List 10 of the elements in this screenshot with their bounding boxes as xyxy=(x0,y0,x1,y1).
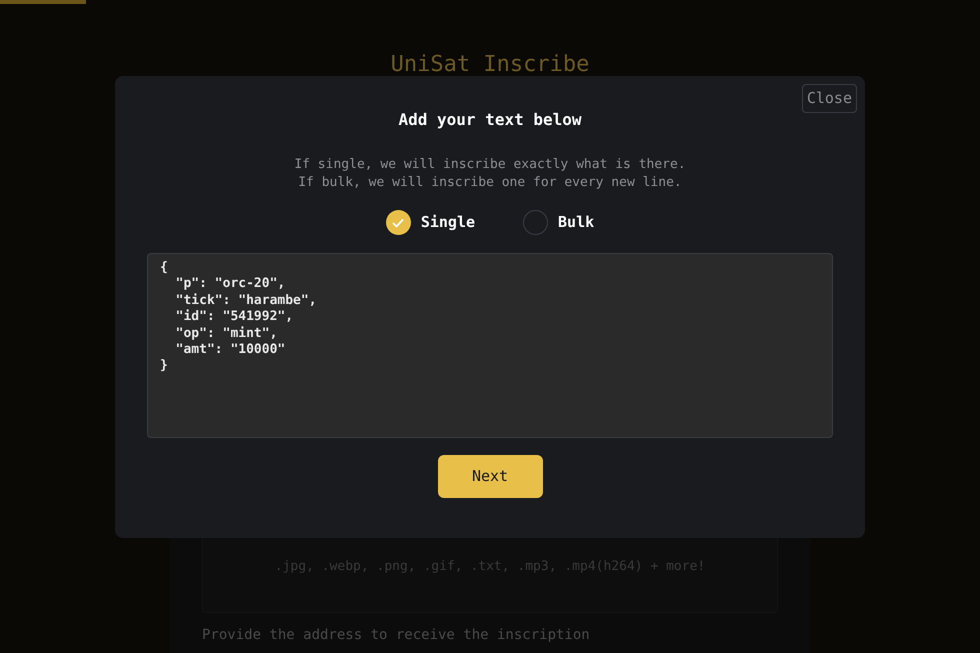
description-text: If bulk, we will inscribe one for every new line. xyxy=(298,174,682,192)
address-prompt-text: Provide the address to receive the inscription xyxy=(202,626,591,645)
description-text: If single, we will inscribe exactly what is there. xyxy=(294,156,686,174)
next-button[interactable]: Next xyxy=(438,455,542,498)
text-input-field[interactable]: { "p": "orc-20", "tick": "harambe", "id": "541992", "op": "mint", "amt": "10000" } xyxy=(147,253,833,438)
radio-option[interactable]: Single xyxy=(386,210,476,235)
page-title: UniSat Inscribe xyxy=(390,51,590,79)
radio-option[interactable]: Bulk xyxy=(523,210,594,235)
close-button[interactable]: Close xyxy=(802,84,857,112)
dialog-title: Add your text below xyxy=(398,109,582,131)
